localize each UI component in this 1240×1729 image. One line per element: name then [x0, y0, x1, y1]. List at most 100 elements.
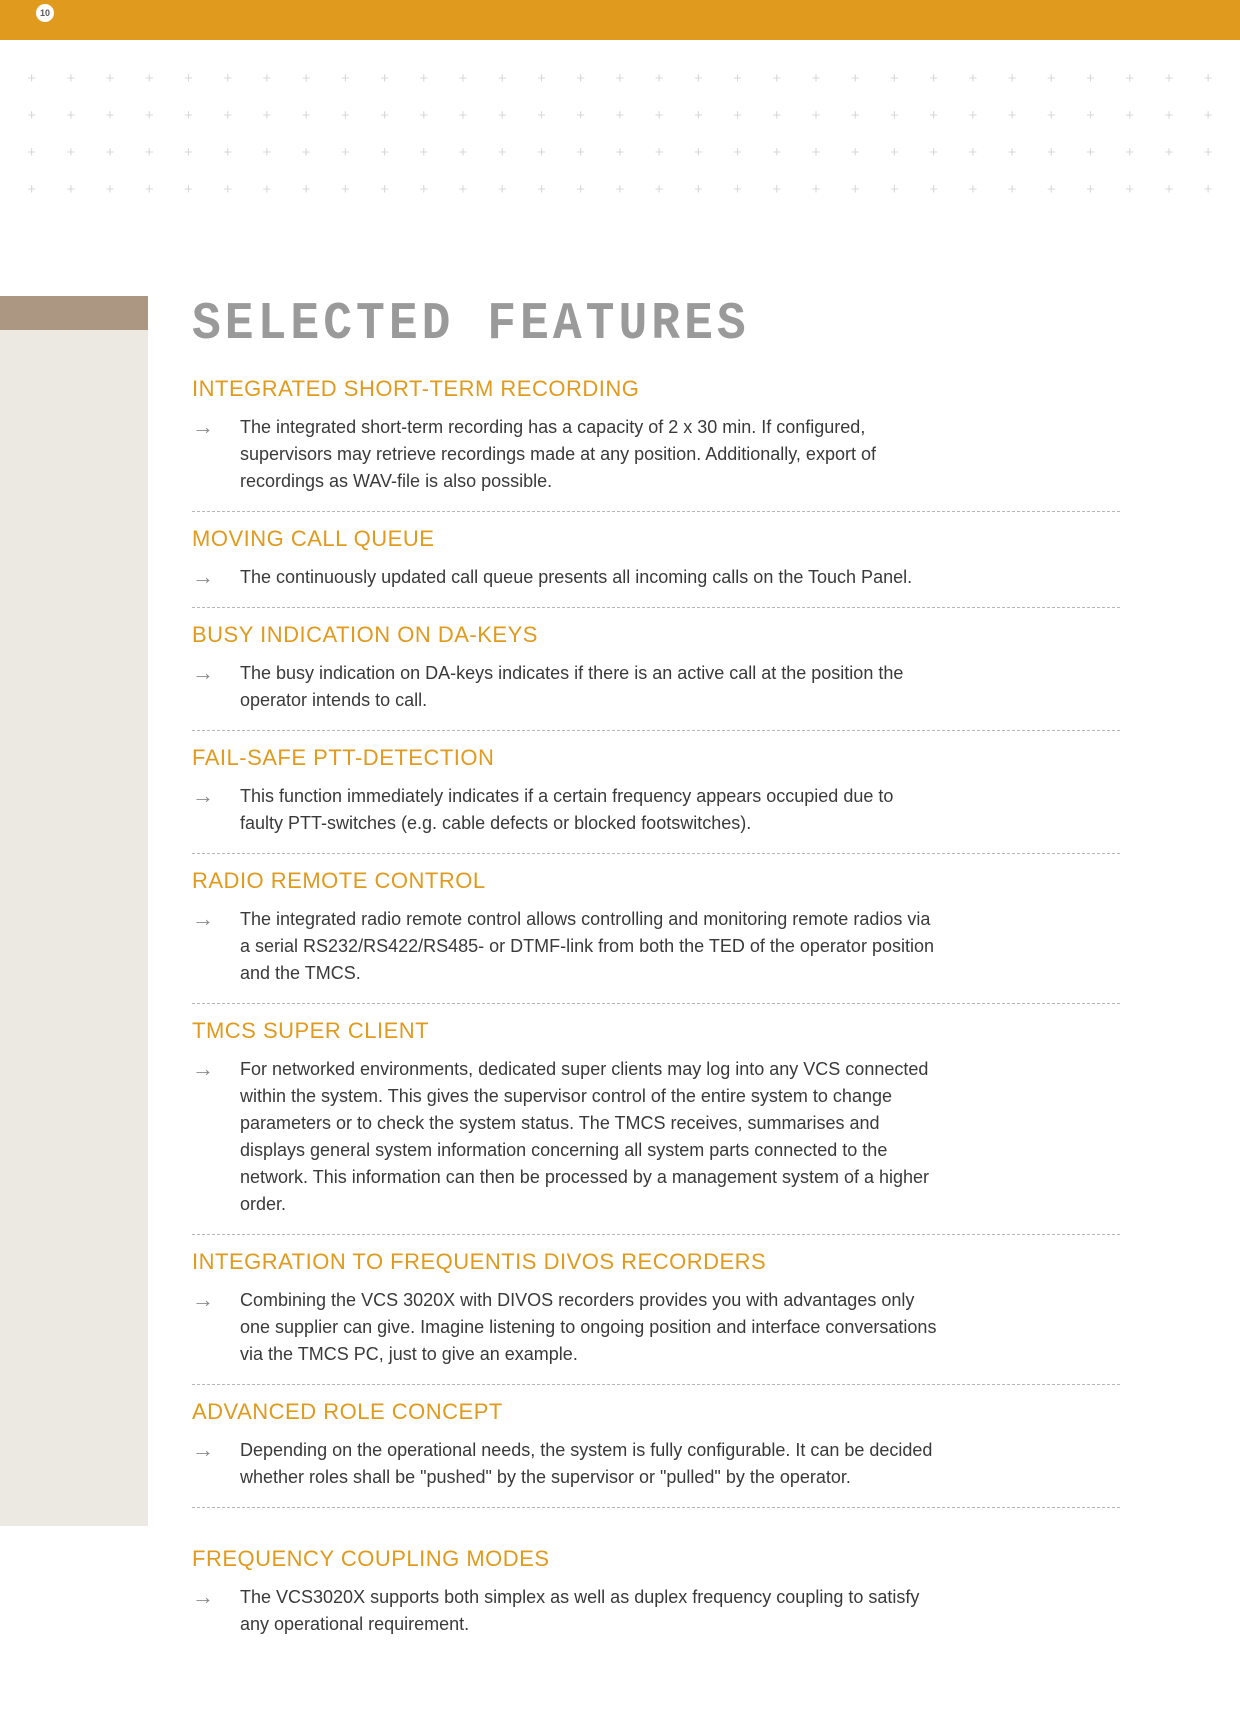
plus-icon: +	[483, 70, 522, 87]
section-body: The integrated radio remote control allo…	[240, 906, 940, 987]
plus-icon: +	[992, 70, 1031, 87]
plus-icon: +	[130, 107, 169, 124]
plus-icon: +	[1189, 181, 1228, 198]
plus-icon: +	[1071, 181, 1110, 198]
plus-icon: +	[1189, 107, 1228, 124]
plus-icon: +	[169, 144, 208, 161]
main-content: SELECTED FEATURES INTEGRATED SHORT-TERM …	[192, 228, 1120, 1654]
plus-icon: +	[1149, 181, 1188, 198]
arrow-right-icon: →	[192, 564, 220, 590]
plus-icon: +	[953, 107, 992, 124]
plus-icon: +	[836, 70, 875, 87]
section-heading: MOVING CALL QUEUE	[192, 526, 1120, 552]
plus-icon: +	[287, 181, 326, 198]
section-heading: TMCS SUPER CLIENT	[192, 1018, 1120, 1044]
plus-icon: +	[679, 144, 718, 161]
plus-icon: +	[51, 181, 90, 198]
plus-icon: +	[1149, 144, 1188, 161]
section-body: The integrated short-term recording has …	[240, 414, 940, 495]
plus-icon: +	[992, 144, 1031, 161]
plus-icon: +	[522, 107, 561, 124]
plus-icon: +	[953, 70, 992, 87]
header-bar: 10	[0, 0, 1240, 40]
plus-icon: +	[90, 107, 129, 124]
plus-icon: +	[287, 144, 326, 161]
plus-icon: +	[169, 70, 208, 87]
section-bullet: →Combining the VCS 3020X with DIVOS reco…	[192, 1287, 1120, 1368]
section-bullet: → The integrated short-term recording has…	[192, 414, 1120, 495]
plus-icon: +	[561, 107, 600, 124]
page-title: SELECTED FEATURES	[192, 295, 1120, 354]
plus-icon: +	[287, 107, 326, 124]
arrow-right-icon: →	[192, 783, 220, 809]
arrow-right-icon: →	[192, 660, 220, 686]
plus-icon: +	[875, 70, 914, 87]
page-number-badge: 10	[36, 4, 54, 22]
plus-icon: +	[404, 144, 443, 161]
plus-icon: +	[130, 181, 169, 198]
plus-icon: +	[1071, 107, 1110, 124]
feature-section: FAIL-SAFE PTT-DETECTION→This function im…	[192, 745, 1120, 854]
plus-icon: +	[326, 181, 365, 198]
plus-icon: +	[90, 181, 129, 198]
plus-icon: +	[169, 181, 208, 198]
plus-icon: +	[600, 144, 639, 161]
plus-row: +++++++++++++++++++++++++++++++	[12, 107, 1228, 124]
plus-icon: +	[718, 107, 757, 124]
plus-icon: +	[12, 144, 51, 161]
arrow-right-icon: →	[192, 414, 220, 440]
section-heading: BUSY INDICATION ON DA-KEYS	[192, 622, 1120, 648]
section-body: The VCS3020X supports both simplex as we…	[240, 1584, 940, 1638]
plus-icon: +	[992, 181, 1031, 198]
plus-icon: +	[483, 144, 522, 161]
feature-section: INTEGRATED SHORT-TERM RECORDING→The inte…	[192, 376, 1120, 512]
plus-icon: +	[600, 70, 639, 87]
feature-section: MOVING CALL QUEUE → The continuously updat…	[192, 526, 1120, 608]
section-heading: FREQUENCY COUPLING MODES	[192, 1546, 1120, 1572]
plus-icon: +	[522, 70, 561, 87]
plus-icon: +	[1189, 144, 1228, 161]
plus-icon: +	[640, 144, 679, 161]
plus-icon: +	[326, 144, 365, 161]
plus-icon: +	[404, 107, 443, 124]
section-heading: RADIO REMOTE CONTROL	[192, 868, 1120, 894]
plus-icon: +	[1032, 181, 1071, 198]
plus-icon: +	[718, 144, 757, 161]
section-heading: INTEGRATION TO FREQUENTIS DIVOS RECORDER…	[192, 1249, 1120, 1275]
arrow-right-icon: →	[192, 1437, 220, 1463]
plus-icon: +	[51, 70, 90, 87]
plus-icon: +	[443, 181, 482, 198]
section-body: The busy indication on DA-keys indicates…	[240, 660, 940, 714]
plus-icon: +	[247, 107, 286, 124]
section-gap	[192, 1522, 1120, 1546]
plus-icon: +	[836, 181, 875, 198]
plus-icon: +	[718, 181, 757, 198]
plus-icon: +	[51, 144, 90, 161]
feature-section: ADVANCED ROLE CONCEPT→Depending on the o…	[192, 1399, 1120, 1508]
plus-icon: +	[796, 181, 835, 198]
plus-icon: +	[208, 181, 247, 198]
section-body: This function immediately indicates if a…	[240, 783, 940, 837]
plus-icon: +	[483, 107, 522, 124]
plus-icon: +	[51, 107, 90, 124]
plus-icon: +	[365, 70, 404, 87]
plus-icon: +	[992, 107, 1031, 124]
plus-icon: +	[1149, 70, 1188, 87]
plus-icon: +	[640, 107, 679, 124]
plus-icon: +	[1149, 107, 1188, 124]
plus-icon: +	[914, 107, 953, 124]
plus-icon: +	[247, 70, 286, 87]
plus-icon: +	[522, 181, 561, 198]
feature-section: FREQUENCY COUPLING MODES→The VCS3020X su…	[192, 1546, 1120, 1654]
plus-icon: +	[1032, 107, 1071, 124]
section-body: The continuously updated call queue pres…	[240, 564, 912, 591]
plus-icon: +	[483, 181, 522, 198]
plus-row: +++++++++++++++++++++++++++++++	[12, 70, 1228, 87]
plus-icon: +	[796, 144, 835, 161]
feature-section: BUSY INDICATION ON DA-KEYS → The busy indi…	[192, 622, 1120, 731]
plus-icon: +	[561, 144, 600, 161]
feature-section: TMCS SUPER CLIENT→For networked environm…	[192, 1018, 1120, 1235]
plus-icon: +	[1189, 70, 1228, 87]
plus-icon: +	[1071, 70, 1110, 87]
decorative-plus-grid: ++++++++++++++++++++++++++++++++++++++++…	[0, 40, 1240, 228]
